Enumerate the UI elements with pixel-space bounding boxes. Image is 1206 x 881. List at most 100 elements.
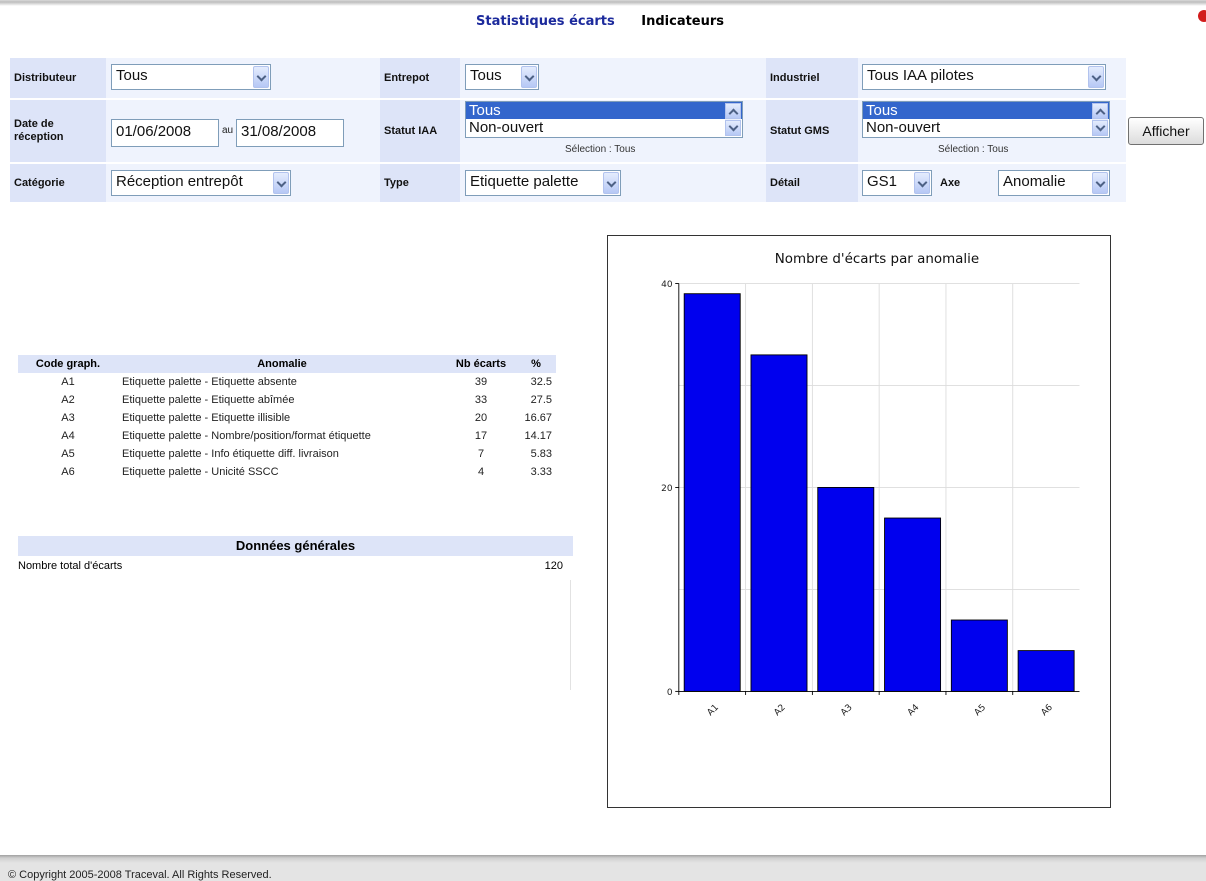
statut-gms-option[interactable]: Tous bbox=[863, 102, 1109, 119]
chevron-down-icon[interactable] bbox=[914, 172, 930, 194]
detail-label: Détail bbox=[766, 164, 858, 202]
count-cell: 17 bbox=[474, 430, 488, 442]
divider bbox=[570, 580, 571, 690]
filter-panel: Distributeur Tous Entrepot Tous Industri… bbox=[10, 58, 1206, 206]
table-header-row: Code graph. Anomalie Nb écarts % bbox=[18, 355, 556, 373]
table-row: A6 Etiquette palette - Unicité SSCC 4 3.… bbox=[18, 463, 556, 481]
footer: © Copyright 2005-2008 Traceval. All Righ… bbox=[0, 855, 1206, 881]
tab-statistiques-ecarts[interactable]: Statistiques écarts bbox=[476, 14, 615, 29]
y-tick-label: 40 bbox=[661, 280, 673, 290]
count-cell: 20 bbox=[474, 412, 488, 424]
categorie-select[interactable]: Réception entrepôt bbox=[111, 170, 291, 196]
code-cell: A6 bbox=[61, 466, 75, 478]
chart-panel: Nombre d'écarts par anomalie 0 20 40 A1 A2 A3… bbox=[607, 235, 1111, 808]
column-header: Nb écarts bbox=[446, 355, 516, 373]
total-label: Nombre total d'écarts bbox=[18, 560, 123, 572]
date-label: Date de réception bbox=[10, 100, 106, 162]
chevron-down-icon[interactable] bbox=[273, 172, 289, 194]
code-cell: A4 bbox=[61, 430, 75, 442]
table-row: A4 Etiquette palette - Nombre/position/f… bbox=[18, 427, 556, 445]
x-tick-label: A4 bbox=[906, 703, 922, 719]
x-tick-label: A6 bbox=[1040, 703, 1056, 719]
count-cell: 33 bbox=[474, 394, 488, 406]
date-from-input[interactable]: 01/06/2008 bbox=[111, 119, 219, 147]
percent-cell: 16.67 bbox=[524, 412, 552, 424]
general-data-panel: Données générales Nombre total d'écarts … bbox=[18, 536, 573, 576]
type-select[interactable]: Etiquette palette bbox=[465, 170, 621, 196]
bar-A6 bbox=[1017, 650, 1075, 692]
anomaly-cell: Etiquette palette - Info étiquette diff.… bbox=[122, 448, 339, 460]
scroll-up-icon[interactable] bbox=[1092, 103, 1108, 119]
chevron-down-icon[interactable] bbox=[1092, 172, 1108, 194]
count-cell: 7 bbox=[477, 448, 485, 460]
table-row: A1 Etiquette palette - Etiquette absente… bbox=[18, 373, 556, 391]
type-value: Etiquette palette bbox=[470, 173, 579, 190]
chevron-down-icon[interactable] bbox=[521, 66, 537, 88]
industriel-select[interactable]: Tous IAA pilotes bbox=[862, 64, 1106, 90]
x-tick-label: A3 bbox=[839, 703, 854, 718]
axe-select[interactable]: Anomalie bbox=[998, 170, 1110, 196]
type-label: Type bbox=[380, 164, 460, 202]
total-value: 120 bbox=[544, 560, 563, 572]
anomaly-cell: Etiquette palette - Etiquette absente bbox=[122, 376, 297, 388]
anomaly-cell: Etiquette palette - Nombre/position/form… bbox=[122, 430, 371, 442]
code-cell: A1 bbox=[61, 376, 75, 388]
chart-title: Nombre d'écarts par anomalie bbox=[775, 251, 979, 267]
scrollbar[interactable] bbox=[725, 103, 741, 136]
close-icon[interactable] bbox=[1198, 10, 1206, 22]
x-tick-label: A5 bbox=[973, 703, 988, 718]
distributeur-label: Distributeur bbox=[10, 58, 106, 98]
statut-iaa-label: Statut IAA bbox=[380, 100, 460, 162]
scroll-down-icon[interactable] bbox=[725, 120, 741, 136]
entrepot-label: Entrepot bbox=[380, 58, 460, 98]
scroll-down-icon[interactable] bbox=[1092, 120, 1108, 136]
column-header: % bbox=[516, 355, 556, 373]
scroll-up-icon[interactable] bbox=[725, 103, 741, 119]
y-tick-label: 20 bbox=[661, 484, 673, 494]
bar-A5 bbox=[950, 619, 1008, 692]
y-tick-label: 0 bbox=[667, 688, 673, 698]
chevron-down-icon[interactable] bbox=[603, 172, 619, 194]
general-data-title: Données générales bbox=[18, 536, 573, 556]
axe-label: Axe bbox=[940, 177, 961, 189]
percent-cell: 27.5 bbox=[530, 394, 552, 406]
bar-A3 bbox=[817, 487, 875, 692]
detail-select[interactable]: GS1 bbox=[862, 170, 932, 196]
chevron-down-icon[interactable] bbox=[253, 66, 269, 88]
statut-gms-selection: Sélection : Tous bbox=[938, 144, 1009, 155]
tab-indicateurs[interactable]: Indicateurs bbox=[641, 14, 724, 29]
entrepot-value: Tous bbox=[470, 67, 502, 84]
percent-cell: 14.17 bbox=[524, 430, 552, 442]
bar-A4 bbox=[884, 517, 942, 692]
detail-value: GS1 bbox=[867, 173, 898, 190]
count-cell: 4 bbox=[477, 466, 485, 478]
table-row: A3 Etiquette palette - Etiquette illisib… bbox=[18, 409, 556, 427]
categorie-label: Catégorie bbox=[10, 164, 106, 202]
industriel-value: Tous IAA pilotes bbox=[867, 67, 974, 84]
distributeur-select[interactable]: Tous bbox=[111, 64, 271, 90]
column-header: Anomalie bbox=[118, 355, 446, 373]
statut-gms-listbox[interactable]: Tous Non-ouvert bbox=[862, 101, 1110, 138]
statut-iaa-listbox[interactable]: Tous Non-ouvert bbox=[465, 101, 743, 138]
scrollbar[interactable] bbox=[1092, 103, 1108, 136]
date-to-input[interactable]: 31/08/2008 bbox=[236, 119, 344, 147]
statut-iaa-option[interactable]: Tous bbox=[466, 102, 742, 119]
statut-gms-option[interactable]: Non-ouvert bbox=[863, 119, 1109, 136]
chevron-down-icon[interactable] bbox=[1088, 66, 1104, 88]
x-tick-label: A2 bbox=[772, 703, 787, 718]
column-header: Code graph. bbox=[18, 355, 118, 373]
date-label-line1: Date de bbox=[14, 118, 54, 130]
statut-iaa-option[interactable]: Non-ouvert bbox=[466, 119, 742, 136]
top-bar: Statistiques écarts Indicateurs bbox=[0, 0, 1206, 30]
anomaly-cell: Etiquette palette - Etiquette abîmée bbox=[122, 394, 295, 406]
percent-cell: 5.83 bbox=[530, 448, 552, 460]
bar-A2 bbox=[750, 354, 808, 692]
afficher-button[interactable]: Afficher bbox=[1128, 117, 1204, 145]
anomaly-cell: Etiquette palette - Etiquette illisible bbox=[122, 412, 291, 424]
entrepot-select[interactable]: Tous bbox=[465, 64, 539, 90]
code-cell: A2 bbox=[61, 394, 75, 406]
statut-iaa-selection: Sélection : Tous bbox=[565, 144, 636, 155]
distributeur-value: Tous bbox=[116, 67, 148, 84]
total-row: Nombre total d'écarts 120 bbox=[18, 556, 573, 576]
percent-cell: 3.33 bbox=[530, 466, 552, 478]
